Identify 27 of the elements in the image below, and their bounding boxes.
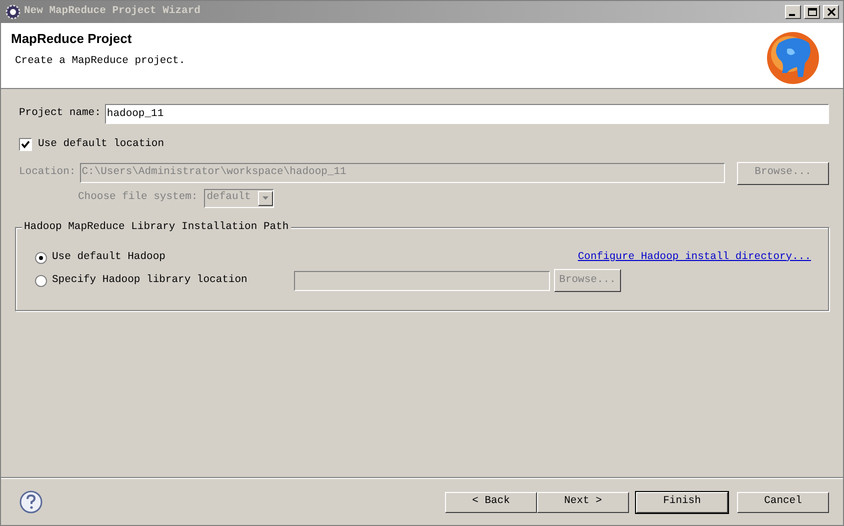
file-system-label: Choose file system: xyxy=(78,190,198,206)
radio-label: Use default Hadoop xyxy=(52,250,166,265)
project-name-label: Project name: xyxy=(19,106,101,122)
close-button[interactable] xyxy=(823,5,839,19)
wizard-button[interactable]: Cancel xyxy=(737,492,829,512)
project-name-field[interactable]: hadoop_11 xyxy=(104,104,829,124)
minimize-button[interactable] xyxy=(785,5,801,19)
minimize-icon xyxy=(789,14,795,16)
close-icon xyxy=(826,8,836,16)
maximize-button[interactable] xyxy=(804,5,820,19)
radio-button[interactable] xyxy=(35,252,47,264)
gear-icon xyxy=(5,4,21,20)
radio-button[interactable] xyxy=(35,274,47,287)
page-description: Create a MapReduce project. xyxy=(14,54,186,69)
help-icon[interactable] xyxy=(19,490,43,514)
configure-link[interactable]: Configure Hadoop install directory... xyxy=(578,250,811,266)
location-label: Location: xyxy=(19,165,76,180)
maximize-icon xyxy=(808,8,816,16)
wizard-button[interactable]: Next > xyxy=(537,492,629,512)
window-title: New MapReduce Project Wizard xyxy=(24,4,202,20)
checkbox[interactable] xyxy=(19,138,32,152)
page-title: MapReduce Project xyxy=(11,30,133,48)
wizard-button[interactable]: Finish xyxy=(636,492,728,512)
wizard-button[interactable]: < Back xyxy=(445,492,537,512)
radio-label: Specify Hadoop library location xyxy=(52,272,248,288)
elephant-ball-icon xyxy=(765,29,821,85)
checkbox-label: Use default location xyxy=(38,137,164,152)
